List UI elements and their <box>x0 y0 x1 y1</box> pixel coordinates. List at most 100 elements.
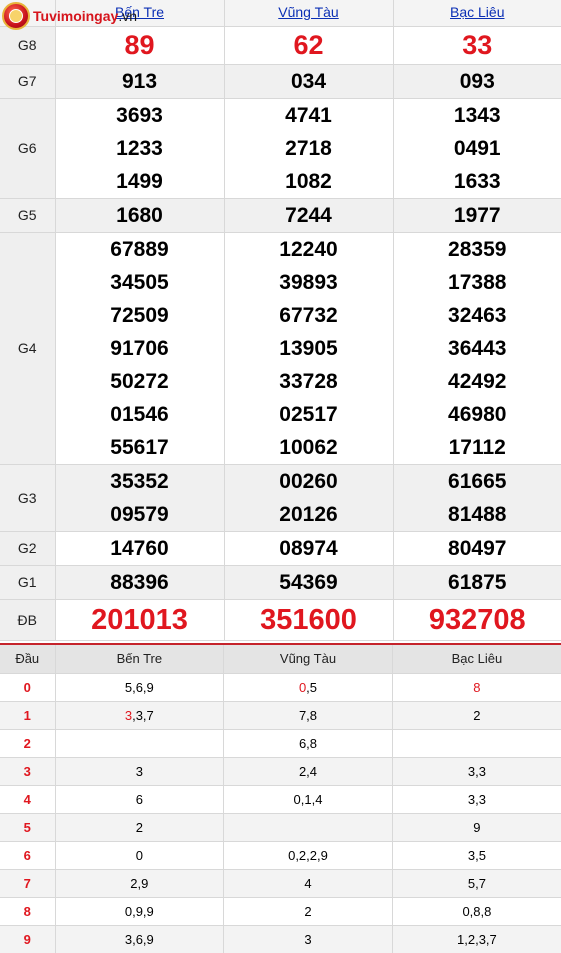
loto-dau: 6 <box>0 841 56 870</box>
loto-cell: 3 <box>55 757 225 786</box>
loto-digits: 2 <box>304 903 312 919</box>
prize-number: 50272 <box>110 369 169 393</box>
loto-dau: 9 <box>0 925 56 953</box>
loto-table: Đầu Bến Tre Vũng Tàu Bạc Liêu 0 5,6,9 0,5 8… <box>0 643 561 953</box>
loto-cell <box>392 729 561 758</box>
prize-cell: 28359 17388 32463 36443 42492 46980 17112 <box>393 232 561 465</box>
prize-cell: 88396 <box>55 565 225 600</box>
prize-number: 1233 <box>116 136 163 160</box>
loto-digits: 3 <box>124 707 133 723</box>
prize-cell: 00260 20126 <box>224 464 394 532</box>
loto-digits: ,5 <box>306 679 318 695</box>
prize-cell: 61875 <box>393 565 561 600</box>
prize-number: 34505 <box>110 270 169 294</box>
prize-cell: 54369 <box>224 565 394 600</box>
prize-number: 91706 <box>110 336 169 360</box>
loto-digits: 3,3 <box>467 791 486 807</box>
loto-dau: 8 <box>0 897 56 926</box>
loto-digits: 2,4 <box>298 763 318 779</box>
prize-number: 17112 <box>448 435 506 459</box>
loto-digits: 5,7 <box>467 875 486 891</box>
prize-row: G6 3693 1233 1499 4741 2718 1082 1343 0491 1633 <box>0 98 561 199</box>
prize-number: 13905 <box>279 336 338 360</box>
prize-number: 1499 <box>116 169 163 193</box>
loto-digits: 1,2,3,7 <box>457 931 497 947</box>
prize-label: ĐB <box>0 599 56 641</box>
prize-number: 1343 <box>453 103 501 127</box>
loto-digits: 8 <box>473 679 481 695</box>
loto-cell: 5,6,9 <box>55 673 225 702</box>
prize-label: G3 <box>0 464 56 532</box>
prize-number: 14760 <box>110 536 169 560</box>
prize-number: 0491 <box>453 136 501 160</box>
prize-number: 61875 <box>448 570 507 594</box>
loto-cell: 0,2,2,9 <box>223 841 393 870</box>
loto-dau: 2 <box>0 729 56 758</box>
prize-row: G4 67889 34505 72509 91706 50272 01546 55617 122… <box>0 232 561 465</box>
prize-row: G3 35352 09579 00260 20126 61665 81488 <box>0 464 561 532</box>
prize-number: 72509 <box>110 303 169 327</box>
prize-number: 01546 <box>110 402 169 426</box>
loto-dau: 0 <box>0 673 56 702</box>
prize-number: 55617 <box>110 435 169 459</box>
loto-dau: 5 <box>0 813 56 842</box>
loto-cell: 2 <box>55 813 225 842</box>
prize-cell: 1977 <box>393 198 561 233</box>
loto-cell: 0,9,9 <box>55 897 225 926</box>
loto-cell: 6,8 <box>223 729 393 758</box>
province-link[interactable]: Vũng Tàu <box>278 4 338 20</box>
prize-row: G7 913 034 093 <box>0 64 561 99</box>
loto-digits: 4 <box>304 875 312 891</box>
prize-number: 1082 <box>285 169 332 193</box>
loto-cell: 7,8 <box>223 701 393 730</box>
prize-number: 32463 <box>448 303 507 327</box>
loto-digits: 0 <box>135 847 143 863</box>
prize-number: 42492 <box>448 369 507 393</box>
loto-header-col: Vũng Tàu <box>223 644 393 674</box>
prize-number: 093 <box>459 69 495 93</box>
province-link[interactable]: Bạc Liêu <box>450 4 504 20</box>
loto-cell: 3,3 <box>392 785 561 814</box>
prize-cell: 1680 <box>55 198 225 233</box>
prize-label: G8 <box>0 26 56 65</box>
prize-number: 00260 <box>279 469 338 493</box>
results-table: Bến Tre Vũng Tàu Bạc Liêu G8 89 62 33 G7 913 0… <box>0 0 561 641</box>
loto-cell: 4 <box>223 869 393 898</box>
logo-badge-icon <box>2 2 30 30</box>
loto-cell: 2,4 <box>223 757 393 786</box>
loto-row: 1 3,3,7 7,8 2 <box>0 701 561 730</box>
site-logo[interactable]: Tuvimoingay.vn <box>2 2 137 30</box>
loto-digits: 0,8,8 <box>462 903 492 919</box>
prize-cell: 67889 34505 72509 91706 50272 01546 55617 <box>55 232 225 465</box>
prize-number: 201013 <box>91 603 188 636</box>
prize-number: 2718 <box>285 136 332 160</box>
loto-row: 4 6 0,1,4 3,3 <box>0 785 561 814</box>
prize-number: 4741 <box>285 103 332 127</box>
loto-digits: 3,3 <box>467 763 486 779</box>
loto-row: 0 5,6,9 0,5 8 <box>0 673 561 702</box>
prize-cell: 034 <box>224 64 394 99</box>
loto-cell: 6 <box>55 785 225 814</box>
loto-digits: 6,8 <box>298 735 318 751</box>
prize-number: 1633 <box>453 169 501 193</box>
prize-label: G4 <box>0 232 56 465</box>
loto-row: 6 0 0,2,2,9 3,5 <box>0 841 561 870</box>
loto-cell: 8 <box>392 673 561 702</box>
prize-cell: 62 <box>224 26 394 65</box>
prize-label: G2 <box>0 531 56 566</box>
loto-cell: 3,6,9 <box>55 925 225 953</box>
prize-cell: 4741 2718 1082 <box>224 98 394 199</box>
prize-number: 89 <box>124 29 155 60</box>
prize-number: 80497 <box>448 536 507 560</box>
loto-cell <box>223 813 393 842</box>
prize-cell: 35352 09579 <box>55 464 225 532</box>
prize-number: 61665 <box>448 469 507 493</box>
prize-label: G6 <box>0 98 56 199</box>
prize-number: 913 <box>121 69 158 93</box>
prize-row: ĐB 201013 351600 932708 <box>0 599 561 641</box>
prize-cell: 7244 <box>224 198 394 233</box>
loto-digits: 9 <box>473 819 481 835</box>
loto-row: 2 6,8 <box>0 729 561 758</box>
prize-number: 02517 <box>279 402 338 426</box>
prize-number: 12240 <box>279 237 338 261</box>
